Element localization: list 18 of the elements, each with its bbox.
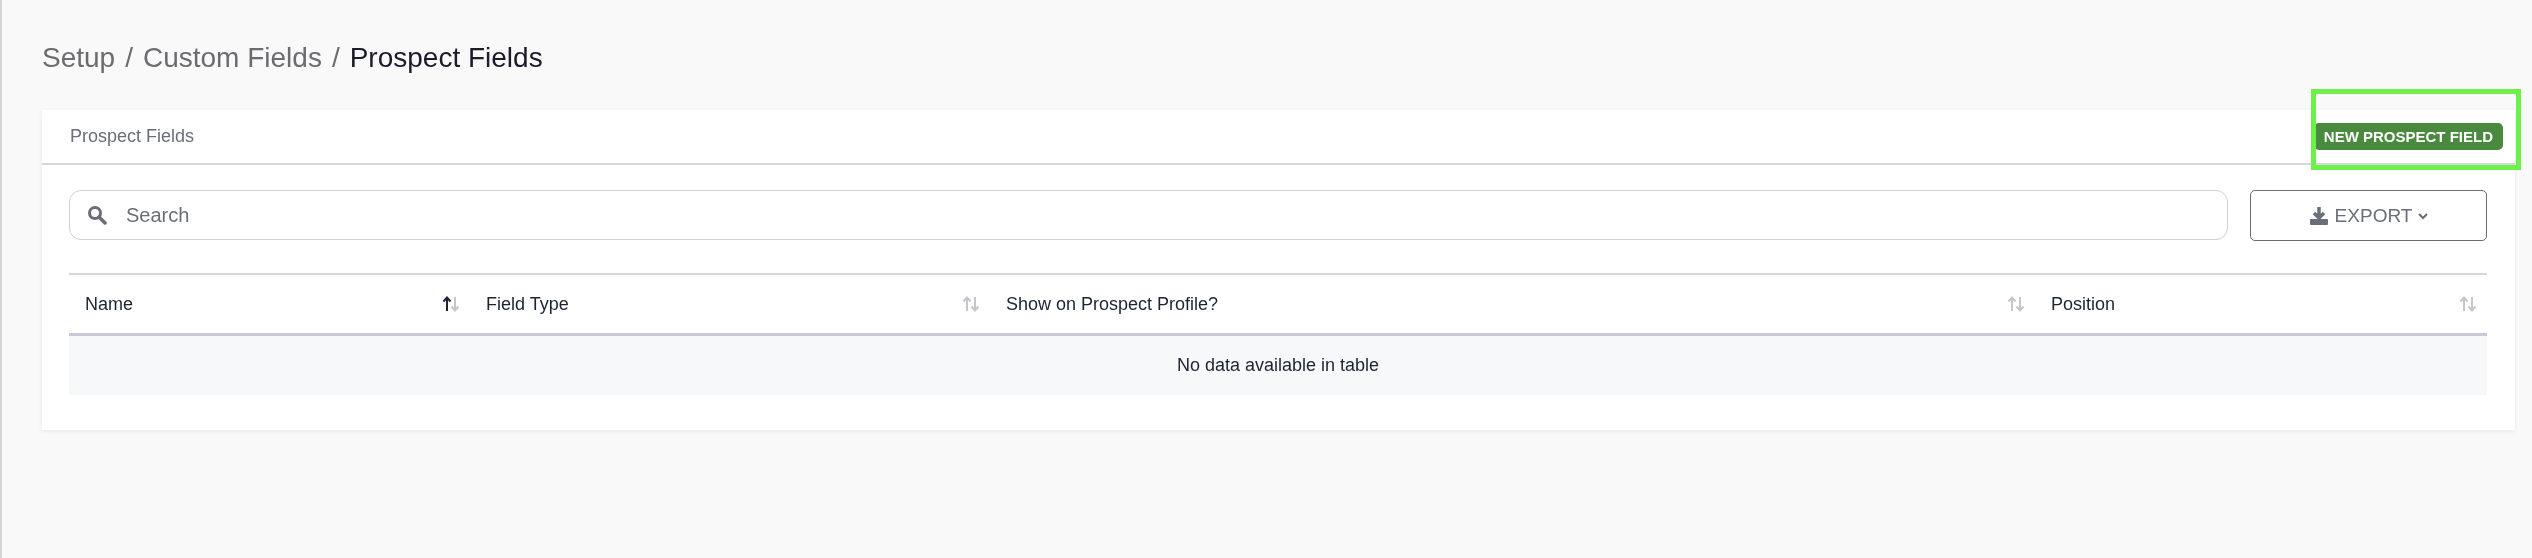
- search-field[interactable]: Search: [69, 190, 2228, 240]
- column-header[interactable]: Name: [85, 293, 133, 315]
- breadcrumb-separator: /: [125, 42, 133, 74]
- column-header[interactable]: Position: [2051, 293, 2116, 315]
- new-prospect-field-button[interactable]: NEW PROSPECT FIELD: [2313, 123, 2503, 150]
- download-icon: [2308, 205, 2329, 226]
- export-button[interactable]: EXPORT: [2250, 190, 2487, 241]
- card-title: Prospect Fields: [70, 126, 195, 147]
- column-header[interactable]: Show on Prospect Profile?: [1006, 293, 1219, 315]
- breadcrumb-link[interactable]: Custom Fields: [142, 42, 322, 74]
- search-icon: [87, 205, 107, 225]
- breadcrumb-current: Prospect Fields: [349, 42, 543, 74]
- sort-icon[interactable]: [442, 295, 460, 313]
- breadcrumb-link[interactable]: Setup: [42, 42, 116, 74]
- empty-table-message: No data available in table: [69, 334, 2487, 395]
- breadcrumb-separator: /: [331, 42, 340, 74]
- chevron-down-icon: [2418, 211, 2429, 220]
- column-header[interactable]: Field Type: [486, 293, 569, 315]
